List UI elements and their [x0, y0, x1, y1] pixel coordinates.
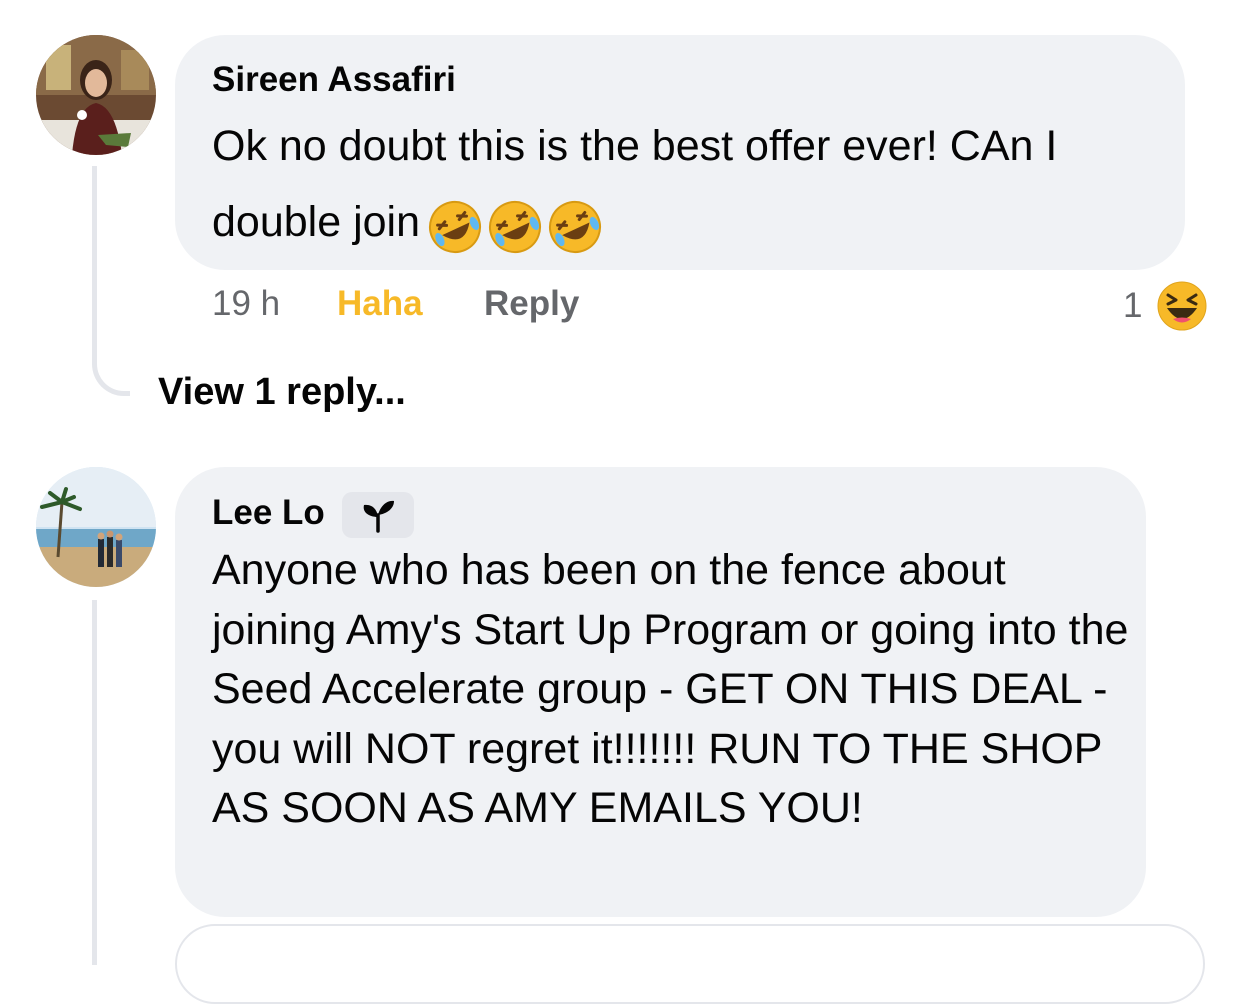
reaction-count[interactable]: 1	[1123, 286, 1142, 326]
comment-author[interactable]: Sireen Assafiri	[212, 60, 456, 100]
reaction-button[interactable]: Haha	[337, 284, 423, 324]
comment-text: Ok no doubt this is the best offer ever!…	[212, 108, 1172, 263]
comment-timestamp[interactable]: 19 h	[212, 284, 280, 324]
avatar-lee-lo[interactable]	[36, 467, 156, 587]
thread-line	[92, 166, 97, 350]
comment-input-box[interactable]	[175, 924, 1205, 1004]
emoji-group	[426, 187, 606, 263]
rolling-on-floor-laughing-emoji	[549, 201, 602, 254]
comment-body: Ok no doubt this is the best offer ever!…	[212, 122, 1058, 246]
reply-button[interactable]: Reply	[484, 284, 579, 324]
comment-author[interactable]: Lee Lo	[212, 493, 325, 533]
rolling-on-floor-laughing-emoji	[429, 201, 482, 254]
thread-connector	[92, 340, 130, 396]
thread-line	[92, 600, 97, 965]
view-replies-link[interactable]: View 1 reply...	[158, 371, 406, 414]
sprout-icon[interactable]	[342, 492, 414, 538]
comment-text: Anyone who has been on the fence about j…	[212, 546, 1129, 832]
laughing-face-emoji[interactable]	[1156, 280, 1208, 337]
rolling-on-floor-laughing-emoji	[489, 201, 542, 254]
avatar-sireen-assafiri[interactable]	[36, 35, 156, 155]
